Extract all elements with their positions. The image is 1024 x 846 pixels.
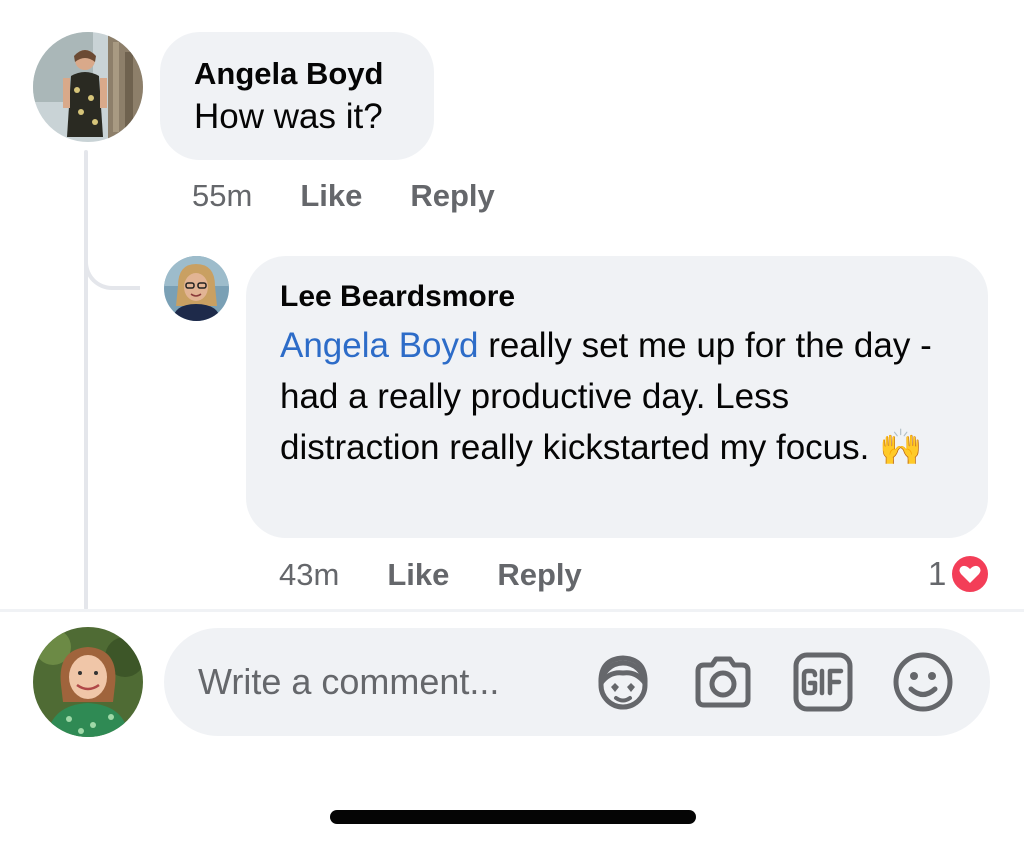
comment-thread: Angela Boyd How was it? 55m Like Reply L… bbox=[0, 0, 1024, 846]
comment-author[interactable]: Angela Boyd bbox=[194, 54, 400, 94]
reply-timestamp[interactable]: 43m bbox=[279, 557, 339, 593]
like-button[interactable]: Like bbox=[300, 178, 362, 214]
avatar-sticker-icon[interactable] bbox=[590, 649, 656, 715]
mention-link[interactable]: Angela Boyd bbox=[280, 326, 478, 365]
reply-button[interactable]: Reply bbox=[497, 557, 581, 593]
avatar-angela-boyd[interactable] bbox=[33, 32, 143, 142]
comment-meta: 55m Like Reply bbox=[192, 176, 495, 216]
reaction-count: 1 bbox=[928, 555, 947, 592]
composer-divider bbox=[0, 609, 1024, 612]
thread-connector-curve bbox=[84, 240, 140, 290]
reply-text: Angela Boyd really set me up for the day… bbox=[280, 320, 954, 473]
home-indicator[interactable] bbox=[330, 810, 696, 824]
reply-button[interactable]: Reply bbox=[410, 178, 494, 214]
reply-bubble-lee: Lee Beardsmore Angela Boyd really set me… bbox=[246, 256, 988, 538]
emoji-icon[interactable] bbox=[890, 649, 956, 715]
avatar-current-user[interactable] bbox=[33, 627, 143, 737]
camera-icon[interactable] bbox=[690, 649, 756, 715]
comment-input[interactable]: Write a comment... bbox=[198, 661, 590, 703]
thread-connector-line bbox=[84, 150, 88, 610]
love-icon bbox=[950, 554, 991, 594]
reply-author[interactable]: Lee Beardsmore bbox=[280, 278, 954, 316]
comment-text: How was it? bbox=[194, 97, 383, 136]
comment-composer[interactable]: Write a comment... bbox=[164, 628, 990, 736]
reaction-summary[interactable]: 1 bbox=[928, 552, 991, 596]
reply-meta: 43m Like Reply bbox=[279, 555, 582, 595]
comment-timestamp[interactable]: 55m bbox=[192, 178, 252, 214]
avatar-lee-beardsmore[interactable] bbox=[164, 256, 229, 321]
gif-icon[interactable] bbox=[790, 649, 856, 715]
like-button[interactable]: Like bbox=[387, 557, 449, 593]
comment-bubble-angela: Angela Boyd How was it? bbox=[160, 32, 434, 160]
